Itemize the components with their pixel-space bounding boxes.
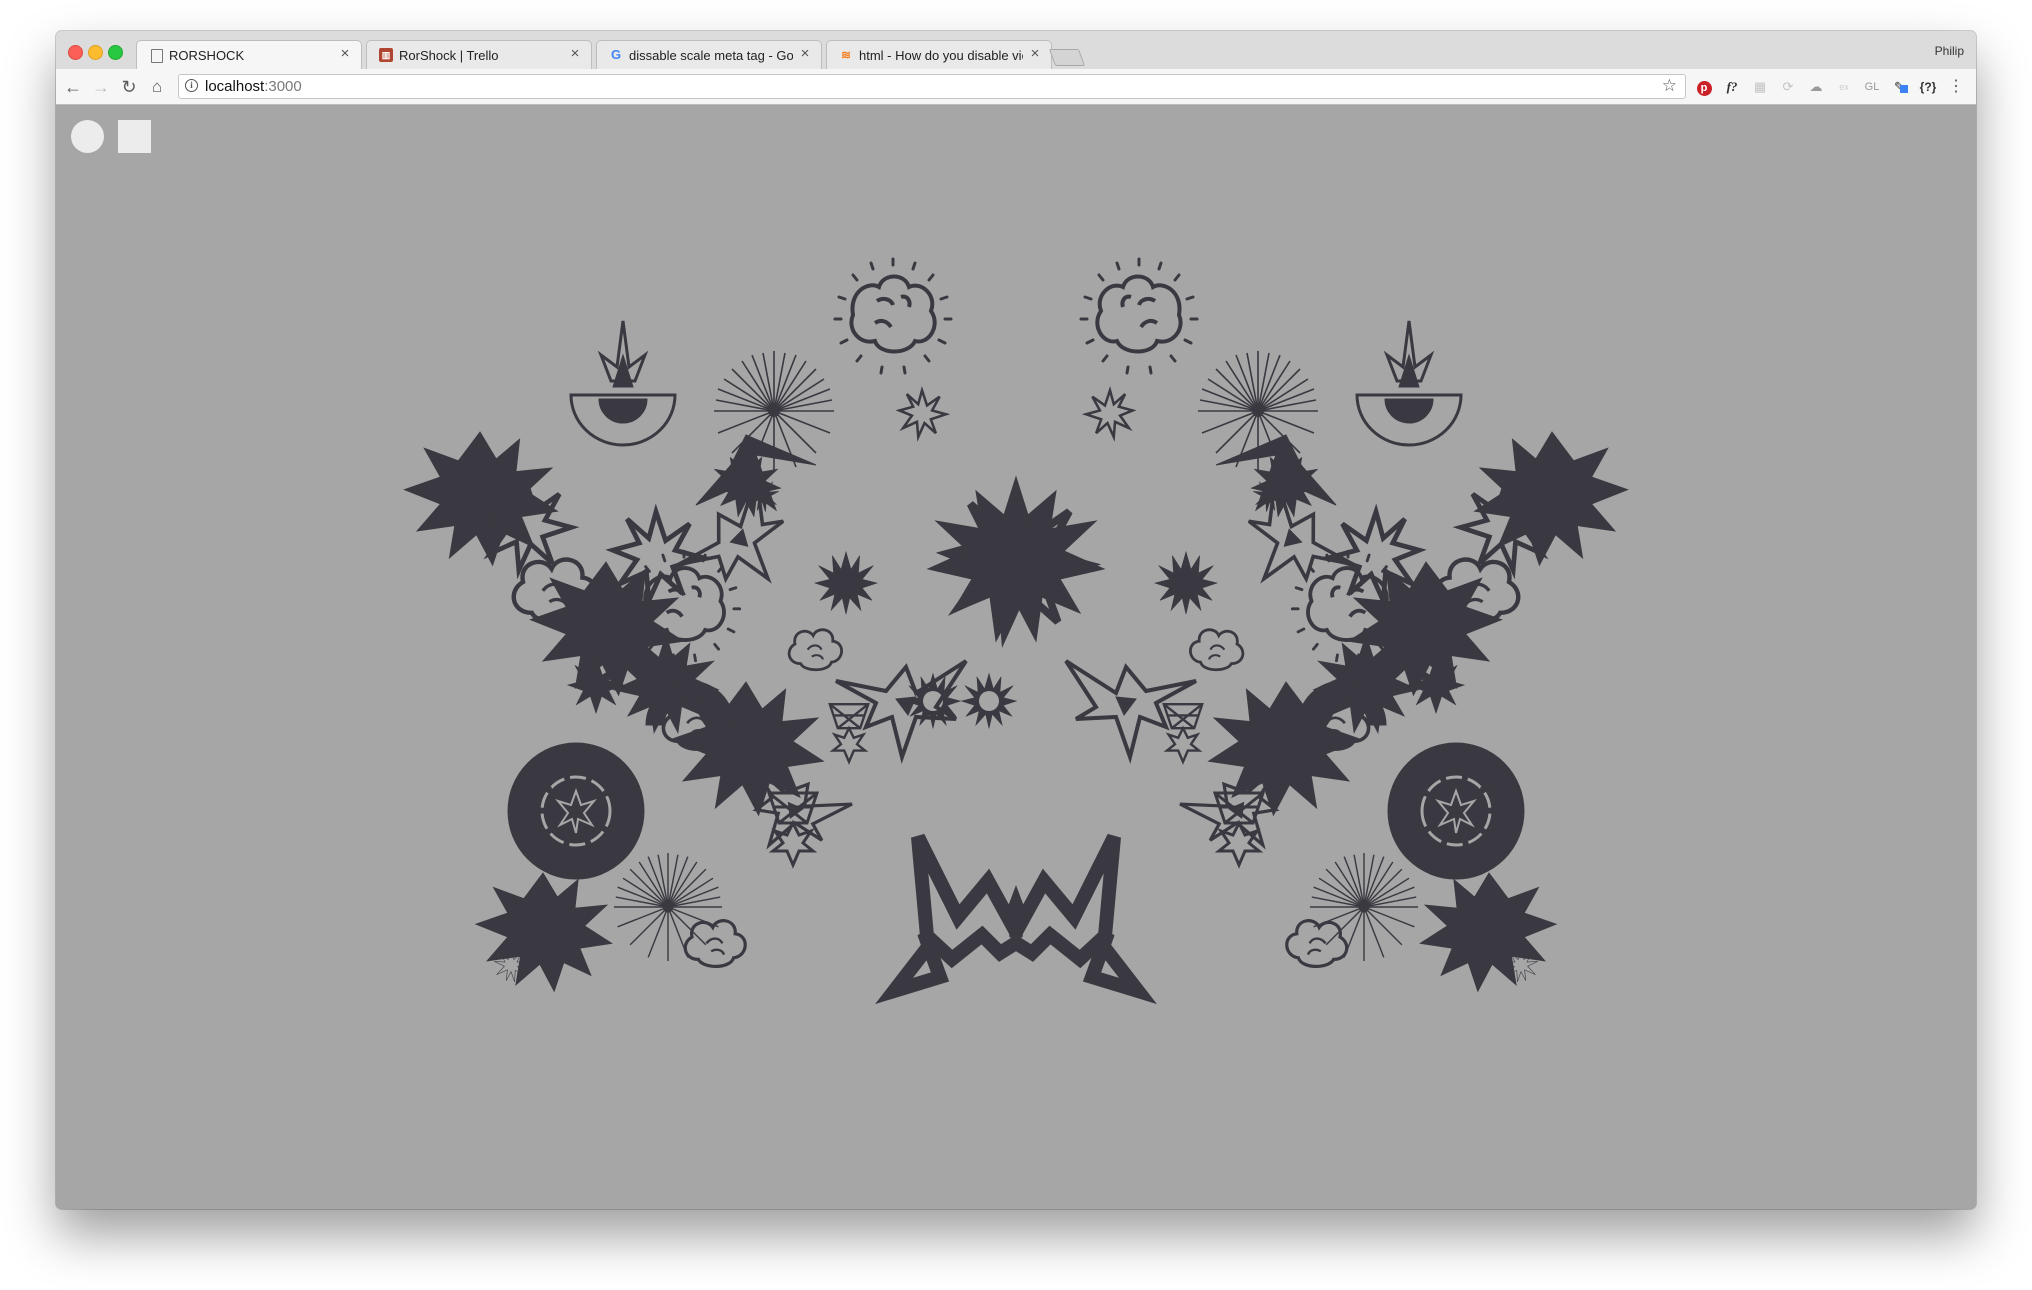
gl-icon[interactable]: GL <box>1862 77 1882 97</box>
close-icon[interactable]: × <box>1027 46 1043 62</box>
json-icon[interactable]: {?} <box>1918 77 1938 97</box>
bookmark-star-icon[interactable]: ☆ <box>1662 76 1677 96</box>
document-icon <box>151 49 163 63</box>
tab-title: RorShock | Trello <box>399 48 499 63</box>
home-button[interactable]: ⌂ <box>146 76 168 98</box>
cloud-icon[interactable]: ☁ <box>1806 77 1826 97</box>
tab-title: dissable scale meta tag - Goog <box>629 48 793 63</box>
ex-icon[interactable]: ex <box>1834 77 1854 97</box>
refresh-ext-icon[interactable]: ⟳ <box>1778 77 1798 97</box>
back-button[interactable]: ← <box>62 76 84 98</box>
window-minimize-button[interactable] <box>88 45 103 60</box>
eyedropper-icon[interactable]: ✎ <box>1890 77 1910 97</box>
menu-icon[interactable]: ⋮ <box>1946 77 1966 97</box>
close-icon[interactable]: × <box>337 46 353 62</box>
page-canvas[interactable] <box>56 105 1976 1209</box>
right-artwork <box>1066 259 1628 991</box>
profile-name[interactable]: Philip <box>1935 44 1964 58</box>
forward-button[interactable]: → <box>90 76 112 98</box>
window-maximize-button[interactable] <box>108 45 123 60</box>
tab-google-search[interactable]: G dissable scale meta tag - Goog × <box>596 40 822 69</box>
window-close-button[interactable] <box>68 45 83 60</box>
address-bar[interactable]: i localhost:3000 ☆ <box>178 74 1686 99</box>
browser-toolbar: ← → ↻ ⌂ i localhost:3000 ☆ p f? ▦ ⟳ ☁ ex… <box>56 69 1976 105</box>
reload-button[interactable]: ↻ <box>118 76 140 98</box>
close-icon[interactable]: × <box>567 46 583 62</box>
url-text[interactable]: localhost:3000 <box>205 78 302 95</box>
info-icon[interactable]: i <box>185 79 198 92</box>
tab-stackoverflow[interactable]: ≋ html - How do you disable vie × <box>826 40 1052 69</box>
grid-icon[interactable]: ▦ <box>1750 77 1770 97</box>
google-icon: G <box>610 47 622 62</box>
new-tab-button[interactable] <box>1048 49 1086 66</box>
mm-lightning-shape <box>875 833 1157 1005</box>
stackoverflow-icon: ≋ <box>840 48 852 62</box>
fontface-ninja-icon[interactable]: f? <box>1722 77 1742 97</box>
trello-icon: ▥ <box>379 48 393 62</box>
tab-trello[interactable]: ▥ RorShock | Trello × <box>366 40 592 69</box>
pinterest-icon[interactable]: p <box>1694 77 1714 97</box>
tab-title: html - How do you disable vie <box>859 48 1023 63</box>
tab-rorshock[interactable]: RORSHOCK × <box>136 40 362 70</box>
rorschach-artwork <box>403 257 1976 1005</box>
close-icon[interactable]: × <box>797 46 813 62</box>
center-star <box>927 476 1105 642</box>
browser-window: RORSHOCK × ▥ RorShock | Trello × G dissa… <box>56 31 1976 1209</box>
tab-title: RORSHOCK <box>169 48 245 63</box>
tab-strip: RORSHOCK × ▥ RorShock | Trello × G dissa… <box>56 31 1976 70</box>
left-artwork <box>403 257 968 992</box>
